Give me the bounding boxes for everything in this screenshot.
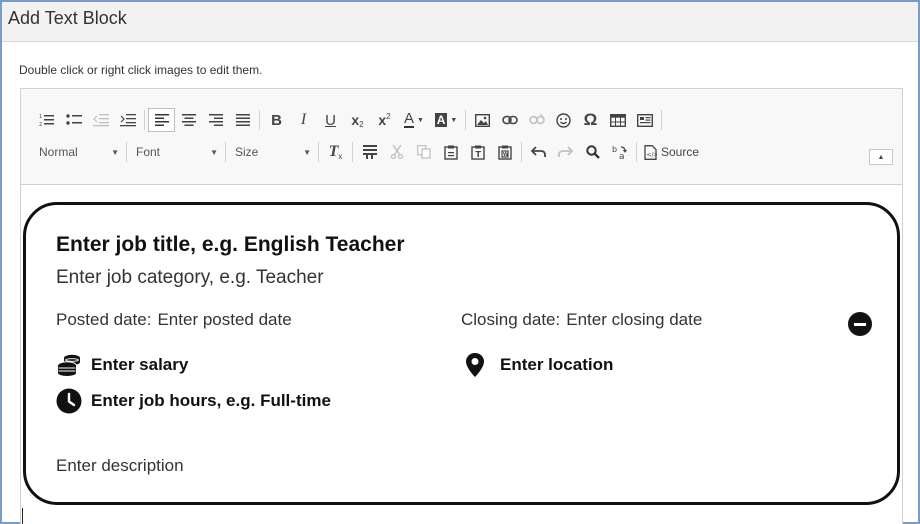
salary-row: Enter salary [56,352,188,378]
hours-text[interactable]: Enter job hours, e.g. Full-time [91,391,331,411]
subscript-icon[interactable]: x2 [344,108,371,132]
toolbar-separator [465,110,466,130]
toolbar-separator [636,142,637,162]
editor-content-area[interactable]: Enter job title, e.g. English Teacher En… [21,186,902,524]
toolbar-row-1: 12 B I U x 2 x 2 A ▼ A ▼ Ω [33,107,665,133]
svg-text:T: T [475,150,481,159]
job-title[interactable]: Enter job title, e.g. English Teacher [56,233,405,257]
format-combo-label: Normal [39,145,78,159]
underline-icon[interactable]: U [317,108,344,132]
link-icon[interactable] [496,108,523,132]
minus-bar [854,322,866,326]
paste-from-word-icon[interactable] [356,140,383,164]
table-icon[interactable] [604,108,631,132]
align-center-icon[interactable] [175,108,202,132]
size-combo[interactable]: Size ▼ [229,140,315,164]
text-color-icon[interactable]: A ▼ [398,108,430,132]
toolbar-separator [259,110,260,130]
rich-text-editor: 12 B I U x 2 x 2 A ▼ A ▼ Ω Normal ▼ Font… [20,88,903,524]
remove-format-icon[interactable]: Tx [322,140,349,164]
toolbar-separator [126,142,127,162]
align-left-icon[interactable] [148,108,175,132]
paste-as-text-icon[interactable]: T [464,140,491,164]
toolbar-separator [521,142,522,162]
numbered-list-icon[interactable]: 12 [33,108,60,132]
posted-date-value[interactable]: Enter posted date [157,310,291,329]
job-category[interactable]: Enter job category, e.g. Teacher [56,267,324,289]
replace-icon[interactable]: ba [606,140,633,164]
toolbar-separator [352,142,353,162]
toolbar-separator [661,110,662,130]
paste-from-office-icon[interactable]: W [491,140,518,164]
salary-text[interactable]: Enter salary [91,355,188,375]
job-description[interactable]: Enter description [56,456,184,476]
paste-icon[interactable] [437,140,464,164]
editor-toolbar: 12 B I U x 2 x 2 A ▼ A ▼ Ω Normal ▼ Font… [21,89,902,185]
svg-text:2: 2 [39,122,42,127]
svg-text:b: b [612,145,617,154]
collapse-toolbar-button[interactable]: ▲ [869,149,893,165]
size-combo-label: Size [235,145,259,159]
copy-icon[interactable] [410,140,437,164]
toolbar-row-2: Normal ▼ Font ▼ Size ▼ Tx T W b a </> So… [33,139,703,165]
font-combo-label: Font [136,145,161,159]
italic-icon[interactable]: I [290,108,317,132]
background-color-icon[interactable]: A ▼ [430,108,462,132]
edit-images-hint: Double click or right click images to ed… [19,63,263,77]
job-card: Enter job title, e.g. English Teacher En… [23,202,900,505]
chevron-down-icon: ▼ [111,147,119,157]
image-icon[interactable] [469,108,496,132]
dialog-title: Add Text Block [8,8,127,28]
closing-date-row: Closing date: Enter closing date [461,310,702,330]
add-text-block-dialog: Add Text Block Double click or right cli… [0,0,920,524]
smiley-icon[interactable] [550,108,577,132]
svg-text:1: 1 [39,114,42,120]
text-cursor [22,508,23,524]
closing-date-value[interactable]: Enter closing date [566,310,702,329]
decrease-indent-icon[interactable] [87,108,114,132]
location-text[interactable]: Enter location [500,355,613,375]
bold-icon[interactable]: B [263,108,290,132]
template-icon[interactable] [631,108,658,132]
font-combo[interactable]: Font ▼ [130,140,222,164]
source-icon: </> [644,144,658,160]
remove-circle-icon[interactable] [848,312,872,336]
align-right-icon[interactable] [202,108,229,132]
toolbar-separator [318,142,319,162]
cut-icon[interactable] [383,140,410,164]
omega-icon[interactable]: Ω [577,108,604,132]
unlink-icon[interactable] [523,108,550,132]
dialog-title-bar: Add Text Block [2,2,918,42]
coins-icon [56,352,82,378]
redo-icon[interactable] [552,140,579,164]
map-pin-icon [462,352,488,378]
posted-date-label: Posted date: [56,310,152,329]
justify-icon[interactable] [229,108,256,132]
svg-text:</>: </> [647,151,658,158]
hours-row: Enter job hours, e.g. Full-time [56,388,331,414]
format-combo[interactable]: Normal ▼ [33,140,123,164]
collapse-arrow-icon: ▲ [877,153,885,161]
clock-icon [56,388,82,414]
bulleted-list-icon[interactable] [60,108,87,132]
chevron-down-icon: ▼ [210,147,218,157]
toolbar-separator [144,110,145,130]
posted-date-row: Posted date: Enter posted date [56,310,292,330]
undo-icon[interactable] [525,140,552,164]
toolbar-separator [225,142,226,162]
increase-indent-icon[interactable] [114,108,141,132]
chevron-down-icon: ▼ [303,147,311,157]
source-button[interactable]: </> Source [640,140,703,164]
svg-text:W: W [503,152,509,158]
location-row: Enter location [462,352,613,378]
source-label: Source [661,145,700,159]
find-icon[interactable] [579,140,606,164]
svg-text:a: a [619,152,625,160]
superscript-icon[interactable]: x2 [371,108,398,132]
closing-date-label: Closing date: [461,310,561,329]
